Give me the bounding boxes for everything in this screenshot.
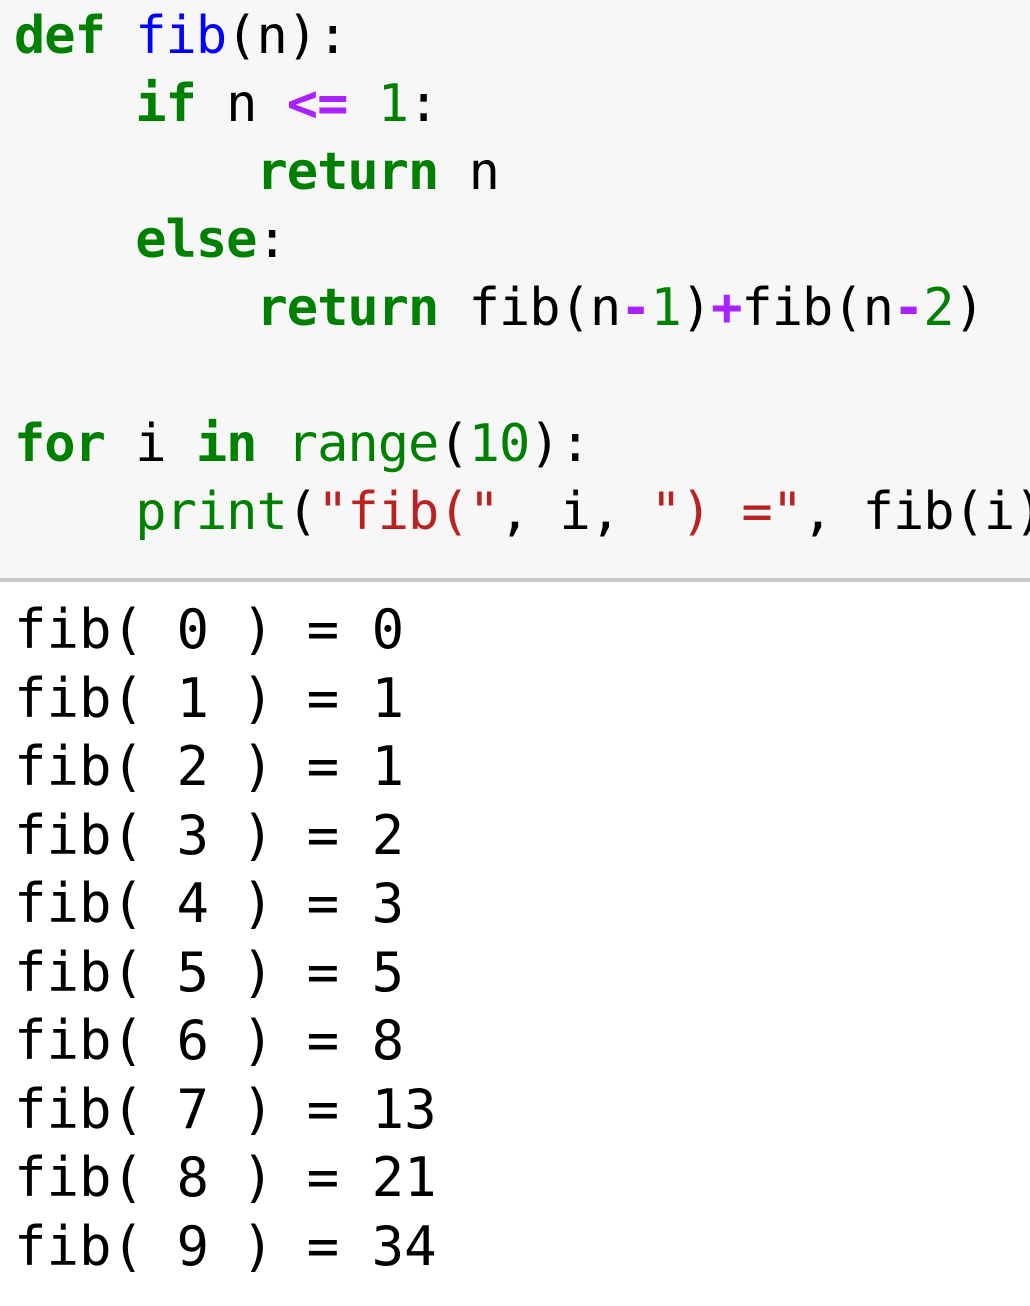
code-cell[interactable]: def fib(n): if n <= 1: return n else: re… <box>0 0 1030 578</box>
code-token: , fib(i)) <box>802 482 1030 542</box>
code-token: : <box>256 210 287 270</box>
code-token: ( <box>438 414 469 474</box>
code-token: fib(n <box>438 278 622 338</box>
code-token: range <box>286 414 440 474</box>
code-token: in <box>195 414 258 474</box>
code-token: ) <box>953 278 985 338</box>
code-token: - <box>892 278 924 338</box>
code-token: if <box>135 74 197 134</box>
code-token: n <box>438 142 500 202</box>
code-token: return <box>256 142 439 202</box>
output-line: fib( 2 ) = 1 <box>14 735 405 798</box>
output-line: fib( 9 ) = 34 <box>14 1214 437 1278</box>
code-token: ") =" <box>650 482 803 542</box>
output-line: fib( 0 ) = 0 <box>14 598 405 661</box>
code-token: fib <box>135 6 227 66</box>
code-token: print <box>135 482 288 542</box>
code-line[interactable]: print("fib(", i, ") =", fib(i)) <box>14 478 1030 546</box>
output-area: fib( 0 ) = 0 fib( 1 ) = 1 fib( 2 ) = 1 fib(… <box>0 582 1030 1306</box>
code-token: n <box>195 74 287 134</box>
code-token: else <box>135 210 257 270</box>
code-token: fib(n <box>741 278 894 338</box>
output-line: fib( 1 ) = 1 <box>14 666 405 730</box>
code-token: for <box>14 414 106 474</box>
output-line: fib( 3 ) = 2 <box>14 803 405 867</box>
code-token: return <box>256 278 439 338</box>
output-line: fib( 6 ) = 8 <box>14 1009 405 1072</box>
output-line: fib( 5 ) = 5 <box>14 940 405 1004</box>
code-token: 1 <box>377 74 409 134</box>
code-token: 2 <box>923 278 954 338</box>
code-token: + <box>711 278 742 338</box>
code-token: ) <box>680 278 712 338</box>
code-token: def <box>14 6 106 66</box>
output-line: fib( 8 ) = 21 <box>14 1146 437 1209</box>
code-token: (n): <box>226 6 348 66</box>
code-line[interactable]: return n <box>14 138 499 206</box>
code-line[interactable]: return fib(n-1)+fib(n-2) <box>14 274 984 342</box>
code-token: "fib(" <box>317 482 500 542</box>
code-line[interactable]: for i in range(10): <box>14 410 591 478</box>
code-token: : <box>408 74 439 134</box>
code-token: <= <box>286 74 349 134</box>
code-line[interactable]: def fib(n): <box>14 2 348 70</box>
code-token: ( <box>286 482 318 542</box>
output-line: fib( 7 ) = 13 <box>14 1077 437 1141</box>
code-line[interactable]: else: <box>14 206 288 274</box>
output-line: fib( 4 ) = 3 <box>14 872 405 935</box>
code-token: i <box>104 414 196 474</box>
code-token: 10 <box>468 414 531 474</box>
code-token: 1 <box>650 278 681 338</box>
code-token: - <box>620 278 651 338</box>
code-token: , i, <box>498 482 651 542</box>
code-line[interactable]: if n <= 1: <box>14 70 439 138</box>
code-token: ): <box>529 414 591 474</box>
